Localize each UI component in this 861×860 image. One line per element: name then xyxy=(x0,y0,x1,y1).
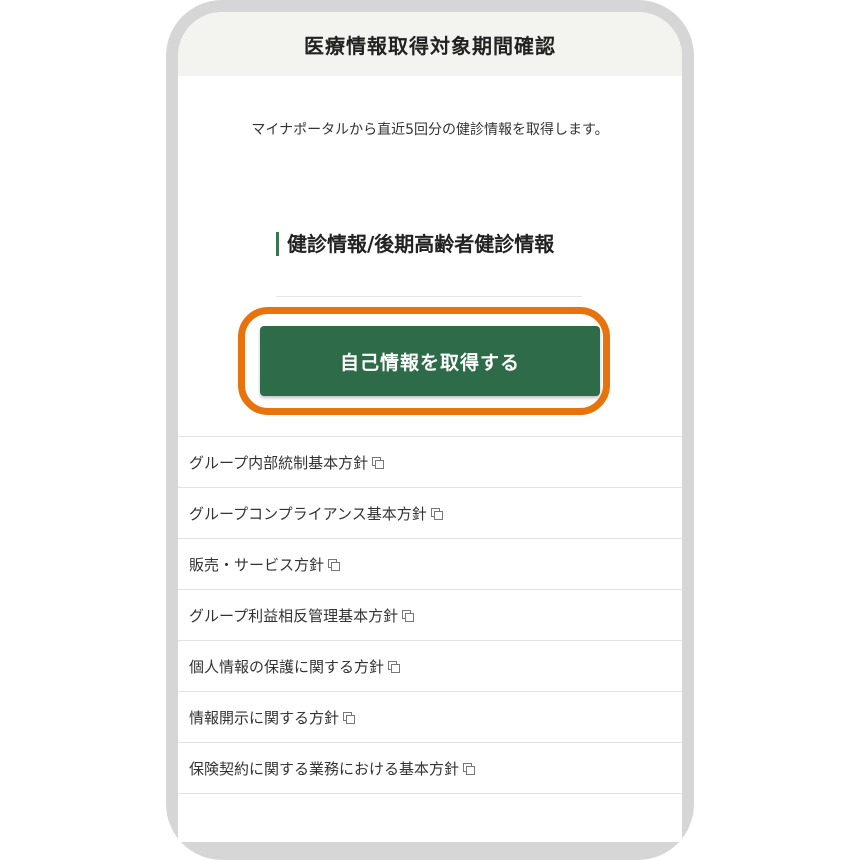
list-item[interactable]: 販売・サービス方針 xyxy=(178,539,682,590)
external-link-icon xyxy=(402,610,415,622)
external-link-icon xyxy=(328,559,341,571)
external-link-icon xyxy=(463,763,476,775)
section-divider xyxy=(276,296,582,297)
section-heading: 健診情報/後期高齢者健診情報 xyxy=(276,232,591,256)
external-link-icon xyxy=(430,508,443,520)
fetch-self-info-button[interactable]: 自己情報を取得する xyxy=(260,326,600,396)
policy-link-list: グループ内部統制基本方針 グループコンプライアンス基本方針 販売・サービス方針 … xyxy=(178,436,682,794)
list-item-label: グループ利益相反管理基本方針 xyxy=(189,606,399,625)
list-item-label: 保険契約に関する業務における基本方針 xyxy=(189,759,460,778)
intro-text: マイナポータルから直近5回分の健診情報を取得します。 xyxy=(251,122,609,138)
list-item[interactable]: 個人情報の保護に関する方針 xyxy=(178,641,682,692)
list-item-label: 販売・サービス方針 xyxy=(189,555,325,574)
list-item[interactable]: 保険契約に関する業務における基本方針 xyxy=(178,743,682,794)
list-item-label: 情報開示に関する方針 xyxy=(189,708,340,727)
list-item[interactable]: グループ内部統制基本方針 xyxy=(178,437,682,488)
page-title: 医療情報取得対象期間確認 xyxy=(304,33,556,58)
list-item[interactable]: 情報開示に関する方針 xyxy=(178,692,682,743)
list-item-label: グループ内部統制基本方針 xyxy=(189,453,369,472)
external-link-icon xyxy=(372,457,385,469)
external-link-icon xyxy=(343,712,356,724)
list-item[interactable]: グループコンプライアンス基本方針 xyxy=(178,488,682,539)
external-link-icon xyxy=(388,661,401,673)
list-item[interactable]: グループ利益相反管理基本方針 xyxy=(178,590,682,641)
list-item-label: 個人情報の保護に関する方針 xyxy=(189,657,385,676)
app-screen: 医療情報取得対象期間確認 マイナポータルから直近5回分の健診情報を取得します。 … xyxy=(178,12,682,842)
list-item-label: グループコンプライアンス基本方針 xyxy=(189,504,427,523)
page-header: 医療情報取得対象期間確認 xyxy=(178,12,682,76)
